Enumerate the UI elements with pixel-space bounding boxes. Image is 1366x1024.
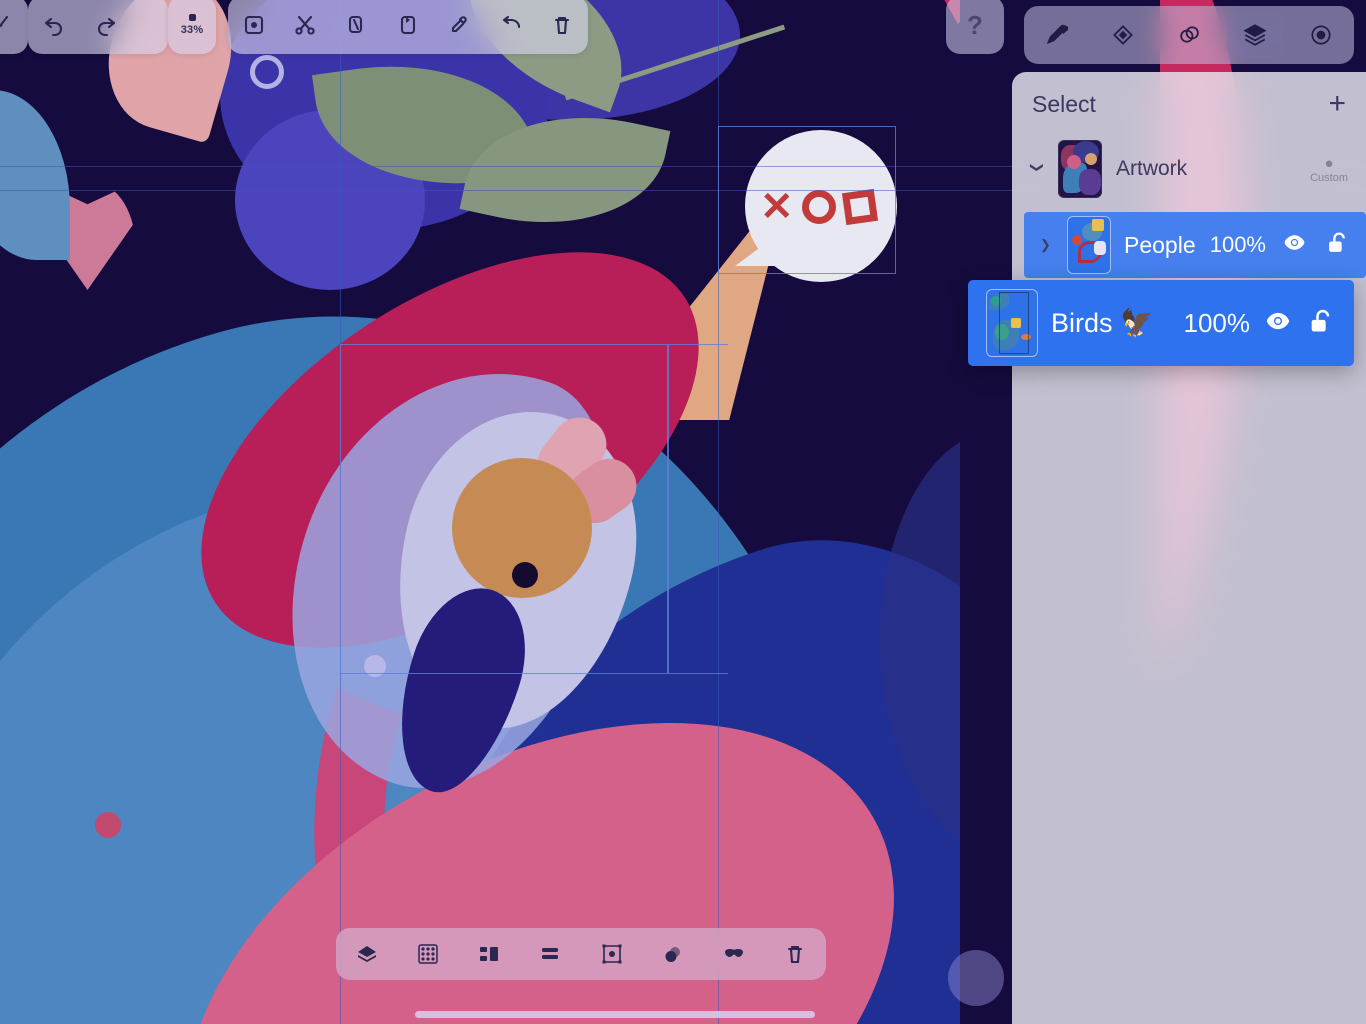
art-shape-ring [250, 55, 284, 89]
undo-icon[interactable] [28, 0, 80, 51]
duplicate-icon[interactable] [649, 930, 697, 978]
panel-header: Select + [1012, 72, 1366, 136]
layer-group-name: Artwork [1116, 157, 1188, 180]
toolbar-bottom-group[interactable] [336, 928, 826, 980]
paste-icon[interactable] [382, 0, 433, 51]
selection-box[interactable] [718, 126, 896, 274]
layer-group-artwork[interactable]: ❯ Artwork ● Custom [1012, 136, 1366, 202]
right-panel: Select + ❯ Artwork ● Custom ❯ People 100… [968, 0, 1366, 1024]
layer-name: Birds 🦅 [1051, 308, 1154, 338]
delete-icon[interactable] [771, 930, 819, 978]
selection-box[interactable] [340, 344, 668, 674]
layer-opacity[interactable]: 100% [1184, 308, 1251, 339]
shape-tab[interactable] [1095, 12, 1151, 58]
selection-box[interactable] [668, 344, 728, 674]
layers-tab[interactable] [1227, 12, 1283, 58]
layer-thumbnail [1067, 216, 1111, 274]
eye-icon[interactable] [1279, 230, 1309, 260]
help-button[interactable]: ? [946, 0, 1004, 54]
horizontal-scrollbar[interactable] [415, 1011, 815, 1018]
layer-thumbnail [986, 289, 1038, 357]
art-shape-leaf [0, 90, 70, 260]
art-shape-dot [95, 812, 121, 838]
brush-icon[interactable] [0, 0, 28, 51]
canvas-floating-button[interactable] [948, 950, 1004, 1006]
layer-row-birds[interactable]: Birds 🦅 100% [968, 280, 1354, 366]
appearance-tab[interactable] [1161, 12, 1217, 58]
toolbar-edit-group[interactable] [228, 0, 588, 54]
zoom-level-indicator[interactable]: 33% [168, 0, 216, 54]
eyedropper-icon[interactable] [434, 0, 485, 51]
select-icon[interactable] [228, 0, 279, 51]
panel-title: Select [1032, 90, 1096, 117]
copy-icon[interactable] [331, 0, 382, 51]
toolbar-history-group[interactable] [28, 0, 168, 54]
transform-icon[interactable] [588, 930, 636, 978]
panel-tab-bar[interactable] [1024, 6, 1354, 64]
align-icon[interactable] [465, 930, 513, 978]
add-layer-button[interactable]: + [1328, 89, 1346, 119]
zoom-dot-icon [188, 14, 196, 21]
eye-icon[interactable] [1263, 307, 1293, 340]
layer-opacity[interactable]: 100% [1210, 232, 1266, 258]
group-badge-label: Custom [1310, 171, 1348, 184]
toolbar-edge-group[interactable] [0, 0, 28, 54]
settings-tab[interactable] [1293, 12, 1349, 58]
unlocked-icon[interactable] [1306, 307, 1336, 340]
flip-icon[interactable] [485, 0, 536, 51]
layer-name: People [1124, 231, 1196, 258]
zoom-level-value: 33% [180, 24, 204, 36]
stamp-icon: ● [1324, 154, 1334, 172]
mask-icon[interactable] [710, 930, 758, 978]
fill-icon[interactable] [343, 930, 391, 978]
stack-icon[interactable] [526, 930, 574, 978]
unlocked-icon[interactable] [1322, 230, 1352, 260]
redo-icon[interactable] [80, 0, 132, 51]
chevron-right-icon[interactable]: ❯ [1040, 237, 1054, 253]
trash-icon[interactable] [537, 0, 588, 51]
group-badge[interactable]: ● Custom [1310, 155, 1348, 184]
layer-row-people[interactable]: ❯ People 100% [1024, 212, 1366, 278]
group-thumbnail [1058, 140, 1102, 198]
pattern-icon[interactable] [404, 930, 452, 978]
cut-icon[interactable] [279, 0, 330, 51]
chevron-down-icon[interactable]: ❯ [1029, 162, 1045, 176]
brush-tab[interactable] [1029, 12, 1085, 58]
layers-panel: Select + ❯ Artwork ● Custom ❯ People 100… [968, 72, 1366, 1024]
